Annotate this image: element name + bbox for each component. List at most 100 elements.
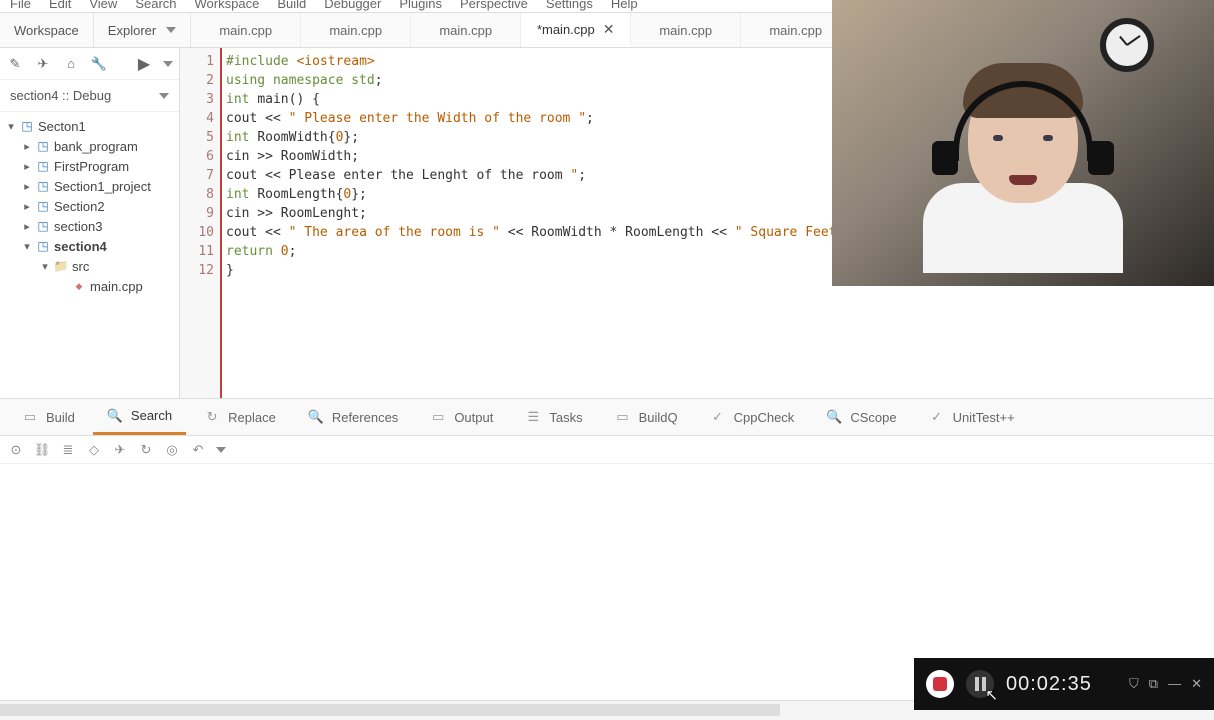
tree-item[interactable]: ▾section4 [0, 236, 179, 256]
file-ico [72, 279, 86, 293]
tree-item[interactable]: ▸Section2 [0, 196, 179, 216]
menu-help[interactable]: Help [611, 0, 638, 8]
run-icon[interactable]: ▶ [135, 55, 153, 73]
tree-item[interactable]: ▸bank_program [0, 136, 179, 156]
workspace-tree: ▾Secton1▸bank_program▸FirstProgram▸Secti… [0, 112, 179, 398]
shield-icon[interactable]: ⛉ [1129, 676, 1139, 692]
editor-tab-label: *main.cpp [537, 22, 595, 37]
menu-file[interactable]: File [10, 0, 31, 8]
popout-icon[interactable]: ⧉ [1149, 676, 1158, 692]
close-icon[interactable]: ✕ [603, 21, 615, 38]
panel-tab-label: Tasks [549, 410, 582, 425]
target-icon[interactable]: ◎ [164, 442, 180, 458]
minimize-icon[interactable]: — [1168, 676, 1181, 692]
menu-build[interactable]: Build [277, 0, 306, 8]
line-number: 10 [180, 223, 214, 242]
tree-item-label: Section1_project [54, 179, 151, 194]
panel-tab-label: References [332, 410, 398, 425]
tree-item-label: section3 [54, 219, 102, 234]
menu-view[interactable]: View [89, 0, 117, 8]
chevron-down-icon [166, 27, 176, 33]
refresh-icon[interactable]: ↻ [138, 442, 154, 458]
panel-tab-tasks[interactable]: ☰Tasks [511, 399, 596, 435]
output-icon: ▭ [430, 409, 446, 425]
run-menu-chevron-icon[interactable] [163, 61, 173, 67]
wrench-icon[interactable]: 🔧 [90, 55, 108, 73]
menu-workspace[interactable]: Workspace [195, 0, 260, 8]
editor-tab[interactable]: main.cpp [191, 13, 301, 47]
proj-ico [36, 219, 50, 233]
sidebar-tab-explorer[interactable]: Explorer [94, 13, 191, 47]
menu-plugins[interactable]: Plugins [399, 0, 442, 8]
tree-item[interactable]: ▸FirstProgram [0, 156, 179, 176]
panel-tab-cscope[interactable]: 🔍CScope [812, 399, 910, 435]
panel-tab-label: CppCheck [734, 410, 795, 425]
editor-tab[interactable]: main.cpp [631, 13, 741, 47]
panel-tab-label: Search [131, 408, 172, 423]
sidebar-tab-explorer-label: Explorer [108, 23, 156, 38]
tree-item-label: Secton1 [38, 119, 86, 134]
panel-tab-cppcheck[interactable]: ✓ CppCheck [696, 399, 809, 435]
line-number: 9 [180, 204, 214, 223]
build-config-selector[interactable]: section4 :: Debug [0, 80, 179, 112]
editor-tab[interactable]: *main.cpp ✕ [521, 13, 631, 47]
tree-item[interactable]: main.cpp [0, 276, 179, 296]
line-number: 3 [180, 90, 214, 109]
pin-icon[interactable]: ⊙ [8, 442, 24, 458]
webcam-overlay [832, 0, 1214, 286]
panel-tab-buildq[interactable]: ▭BuildQ [601, 399, 692, 435]
tree-item[interactable]: ▸section3 [0, 216, 179, 236]
sidebar-tab-workspace[interactable]: Workspace [0, 13, 94, 47]
tree-item[interactable]: ▸Section1_project [0, 176, 179, 196]
line-number: 7 [180, 166, 214, 185]
unittest++-icon: ✓ [929, 409, 945, 425]
menu-debugger[interactable]: Debugger [324, 0, 381, 8]
line-gutter: 123456789101112 [180, 48, 222, 398]
output-panel-toolbar: ⊙ ⛓ ≣ ◇ ✈ ↻ ◎ ↶ [0, 436, 1214, 464]
screen-recorder-bar: ↖ 00:02:35 ⛉ ⧉ — ✕ [914, 658, 1214, 710]
editor-tab-label: main.cpp [219, 23, 272, 38]
output-panel-tabs: ▭Build🔍Search↻Replace🔍References▭Output☰… [0, 398, 1214, 436]
editor-tab-label: main.cpp [329, 23, 382, 38]
send-icon[interactable]: ✈ [112, 442, 128, 458]
cursor-icon: ↖ [985, 686, 998, 704]
record-button[interactable] [926, 670, 954, 698]
tree-item[interactable]: ▾src [0, 256, 179, 276]
replace-icon: ↻ [204, 409, 220, 425]
menu-perspective[interactable]: Perspective [460, 0, 528, 8]
proj-ico [36, 179, 50, 193]
tree-item-label: FirstProgram [54, 159, 129, 174]
pause-button[interactable]: ↖ [966, 670, 994, 698]
link-icon[interactable]: ⛓ [34, 442, 50, 458]
send-icon[interactable]: ✈ [34, 55, 52, 73]
panel-tab-output[interactable]: ▭Output [416, 399, 507, 435]
panel-tab-replace[interactable]: ↻ Replace [190, 399, 290, 435]
list-icon[interactable]: ≣ [60, 442, 76, 458]
panel-tab-build[interactable]: ▭Build [8, 399, 89, 435]
panel-tab-references[interactable]: 🔍References [294, 399, 412, 435]
panel-tab-unittest++[interactable]: ✓UnitTest++ [915, 399, 1029, 435]
line-number: 4 [180, 109, 214, 128]
panel-tab-label: Replace [228, 410, 276, 425]
menu-search[interactable]: Search [135, 0, 176, 8]
tree-item[interactable]: ▾ Secton1 [0, 116, 179, 136]
twisty-icon: ▾ [6, 120, 16, 133]
proj-ico [20, 119, 34, 133]
panel-tab-search[interactable]: 🔍Search [93, 399, 186, 435]
clear-icon[interactable]: ◇ [86, 442, 102, 458]
twisty-icon: ▸ [22, 140, 32, 153]
editor-tab[interactable]: main.cpp [411, 13, 521, 47]
cppcheck-icon: ✓ [710, 409, 726, 425]
line-number: 8 [180, 185, 214, 204]
chevron-down-icon[interactable] [216, 447, 226, 453]
presenter [928, 63, 1118, 273]
menu-settings[interactable]: Settings [546, 0, 593, 8]
home-icon[interactable]: ⌂ [62, 55, 80, 73]
pencil-icon[interactable]: ✎ [6, 55, 24, 73]
cscope-icon: 🔍 [826, 409, 842, 425]
close-icon[interactable]: ✕ [1191, 676, 1202, 692]
editor-tab[interactable]: main.cpp [301, 13, 411, 47]
undo-icon[interactable]: ↶ [190, 442, 206, 458]
menu-edit[interactable]: Edit [49, 0, 71, 8]
horizontal-scrollbar[interactable] [0, 704, 780, 716]
